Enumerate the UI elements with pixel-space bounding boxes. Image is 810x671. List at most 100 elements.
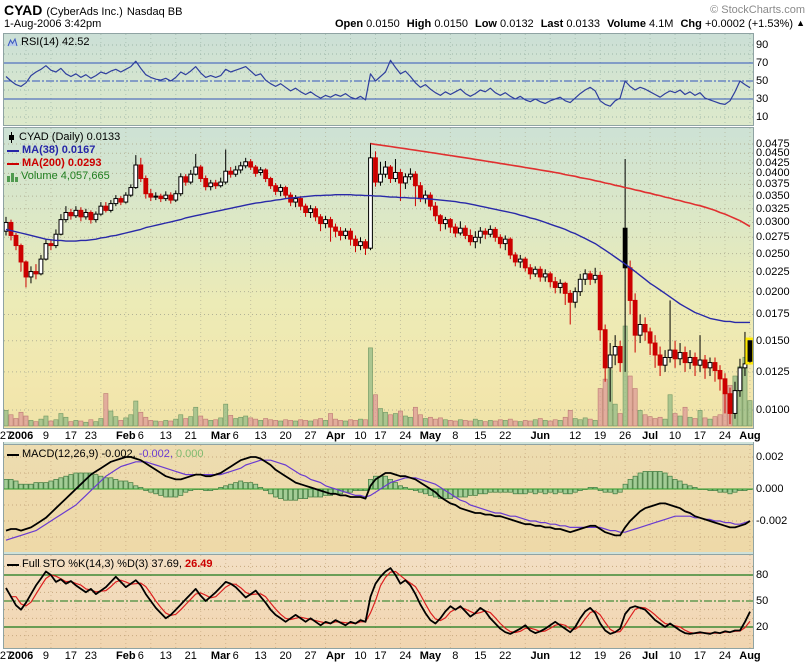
stockcharts-chart-page: CYAD(CyberAds Inc.)Nasdaq BB © StockChar… (0, 0, 810, 671)
rsi-axis-label: 90 (756, 39, 768, 51)
volume-bar (239, 417, 243, 426)
volume-value: 4.1M (649, 18, 673, 30)
candle (124, 195, 128, 202)
volume-bar (373, 395, 377, 426)
candle (718, 371, 722, 379)
macd-hist-bar (64, 476, 68, 489)
candle (189, 174, 193, 182)
volume-bar (378, 409, 382, 427)
candle (563, 283, 567, 293)
volume-bar (139, 412, 143, 426)
candle (409, 174, 413, 177)
macd-gridlines (4, 445, 753, 552)
volume-bar (418, 415, 422, 426)
volume-bar (363, 420, 367, 426)
volume-bar (678, 416, 682, 426)
macd-hist-bar (633, 476, 637, 489)
xaxis-label: Jul (642, 650, 658, 662)
rsi-indicator-icon (7, 37, 18, 48)
candle (344, 231, 348, 235)
macd-hist-bar (104, 478, 108, 489)
macd-hist-bar (563, 489, 567, 494)
exchange-name: Nasdaq BB (127, 6, 183, 18)
xaxis-label: 26 (619, 430, 631, 442)
macd-hist-bar (728, 489, 732, 494)
macd-hist-bar (648, 471, 652, 489)
macd-hist-bar (468, 489, 472, 495)
candle (94, 214, 98, 220)
macd-hist-bar (164, 489, 168, 497)
volume-bar (229, 415, 233, 426)
candle (184, 177, 188, 182)
high-value: 0.0150 (434, 18, 468, 30)
candle (603, 330, 607, 368)
candle (64, 212, 68, 219)
volume-bar (353, 420, 357, 426)
candle (239, 166, 243, 170)
candle (698, 360, 702, 365)
candle (723, 379, 727, 394)
macd-hist-bar (463, 489, 467, 497)
ma200-legend-text: MA(200) 0.0293 (22, 157, 102, 170)
xaxis-label: 17 (65, 430, 77, 442)
volume-bar (458, 420, 462, 426)
price-axis-label: 0.0250 (756, 248, 790, 260)
candle (34, 272, 38, 274)
quote-values: Open 0.0150High 0.0150Low 0.0132Last 0.0… (335, 18, 805, 30)
rsi-panel (3, 33, 754, 126)
xaxis-label: 26 (619, 650, 631, 662)
volume-bar (443, 420, 447, 426)
macd-hist-bar (169, 489, 173, 497)
candle (219, 182, 223, 186)
candle (259, 170, 263, 173)
volume-bar (543, 420, 547, 426)
xaxis-label: 8 (452, 650, 458, 662)
macd-hist-bar (114, 479, 118, 489)
volume-bar (129, 415, 133, 426)
macd-hist-bar (623, 484, 627, 489)
candle (224, 171, 228, 182)
candle (74, 210, 78, 215)
macd-hist-bar (553, 489, 557, 494)
macd-hist-bar (244, 483, 248, 489)
volume-bar (303, 420, 307, 426)
xaxis-label: 23 (85, 430, 97, 442)
xaxis-label: 19 (594, 650, 606, 662)
low-label: Low (475, 18, 497, 30)
volume-bar (244, 416, 248, 426)
open-label: Open (335, 18, 363, 30)
candle (204, 179, 208, 187)
candle (319, 217, 323, 224)
candle (349, 231, 353, 239)
xaxis-label: 27 (304, 650, 316, 662)
macd-hist-bar (119, 481, 123, 489)
price-axis-label: 0.0300 (756, 216, 790, 228)
macd-axis-label: 0.002 (756, 451, 784, 463)
volume-bar (159, 422, 163, 426)
candle (104, 206, 108, 210)
volume-legend-text: Volume 4,057,665 (21, 170, 110, 183)
volume-bar (708, 419, 712, 426)
macd-hist-bar (279, 489, 283, 499)
candle (453, 227, 457, 233)
last-label: Last (541, 18, 564, 30)
candle (498, 237, 502, 243)
volume-bar (503, 420, 507, 426)
volume-bar (383, 412, 387, 426)
volume-bar (748, 401, 752, 426)
volume-bar (313, 420, 317, 426)
volume-bar (279, 421, 283, 426)
volume-bar (613, 404, 617, 426)
price-legend: CYAD (Daily) 0.0133 MA(38) 0.0167 MA(200… (7, 131, 120, 183)
macd-hist-bar (39, 483, 43, 489)
candle (139, 165, 143, 179)
candle (59, 220, 63, 235)
candle (468, 235, 472, 241)
candle (533, 269, 537, 274)
volume-bar (588, 419, 592, 426)
volume-bar (493, 421, 497, 426)
candle (169, 195, 173, 200)
candle (209, 183, 213, 187)
xaxis-label: 2006 (9, 650, 33, 662)
volume-bar (668, 395, 672, 426)
